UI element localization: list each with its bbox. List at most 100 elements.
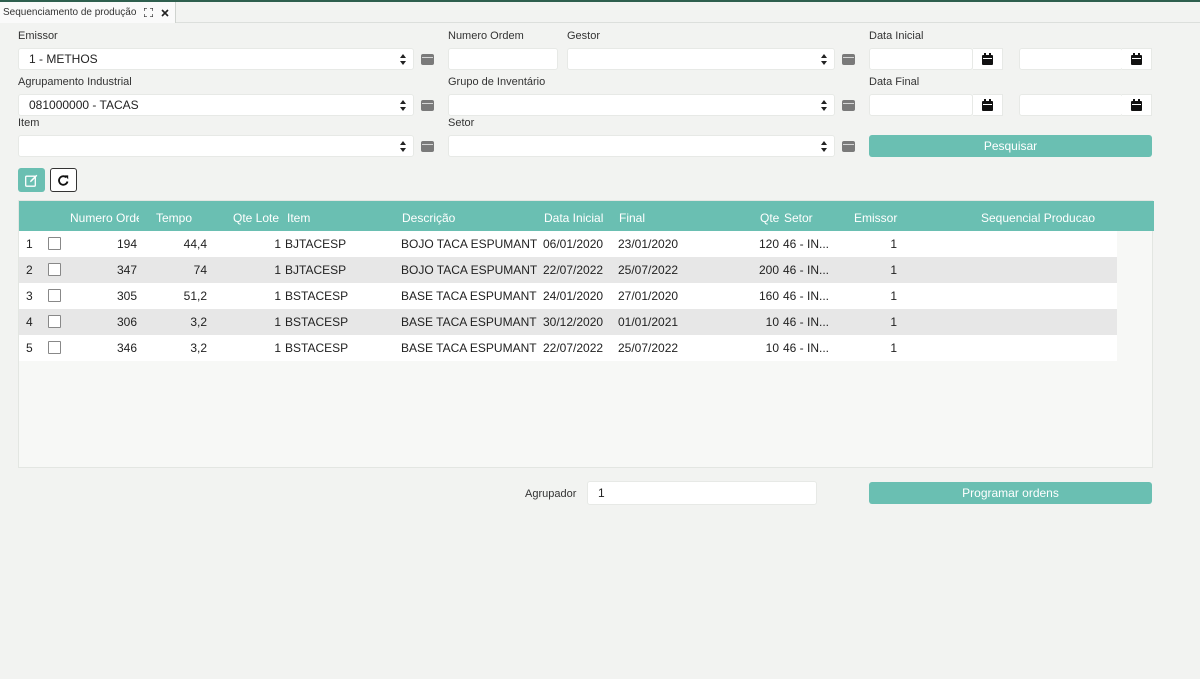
emissor-value: 1 - METHOS (29, 52, 98, 66)
gestor-lookup-icon[interactable] (842, 54, 855, 65)
data-final-label: Data Final (869, 76, 920, 88)
cell-item: BJTACESP (285, 263, 347, 277)
cell-qte: 200 (758, 263, 779, 277)
cell-item: BSTACESP (285, 341, 349, 355)
data-inicial-label: Data Inicial (869, 30, 924, 42)
agrupador-label: Agrupador (525, 488, 577, 500)
item-label: Item (18, 117, 40, 129)
table-row[interactable]: 1 194 44,4 1 BJTACESP BOJO TACA ESPUMANT… (19, 231, 1117, 257)
agrupamento-label: Agrupamento Industrial (18, 76, 132, 88)
close-icon[interactable] (161, 8, 170, 17)
select-caret-icon (400, 100, 406, 111)
cell-descricao: BASE TACA ESPUMANTE (401, 341, 537, 355)
data-final-from-input[interactable] (869, 94, 973, 116)
row-number: 1 (26, 237, 33, 251)
maximize-icon[interactable] (144, 8, 154, 17)
cell-descricao: BASE TACA ESPUMANTE (401, 289, 537, 303)
setor-lookup-icon[interactable] (842, 141, 855, 152)
emissor-select[interactable]: 1 - METHOS (18, 48, 414, 70)
agrupamento-select[interactable]: 081000000 - TACAS (18, 94, 414, 116)
header-qte[interactable]: Qte (760, 201, 784, 231)
calendar-icon[interactable] (973, 48, 1003, 70)
item-select[interactable] (18, 135, 414, 157)
numero-ordem-label: Numero Ordem (448, 30, 524, 42)
cell-emissor: 1 (890, 341, 897, 355)
select-caret-icon (821, 100, 827, 111)
cell-tempo: 3,2 (190, 315, 207, 329)
cell-tempo: 74 (193, 263, 207, 277)
cell-final: 27/01/2020 (618, 289, 679, 303)
numero-ordem-input[interactable] (448, 48, 558, 70)
agrupamento-lookup-icon[interactable] (421, 100, 434, 111)
header-tempo[interactable]: Tempo (156, 201, 216, 231)
header-descricao[interactable]: Descrição (402, 201, 542, 231)
edit-icon (25, 174, 38, 187)
row-checkbox[interactable] (48, 237, 61, 250)
cell-sequencial (981, 231, 1111, 257)
emissor-label: Emissor (18, 30, 58, 42)
calendar-icon[interactable] (1122, 48, 1152, 70)
cell-numero: 305 (116, 289, 137, 303)
refresh-button[interactable] (50, 168, 77, 192)
cell-sequencial (981, 335, 1111, 361)
header-setor[interactable]: Setor (784, 201, 844, 231)
cell-final: 23/01/2020 (618, 237, 679, 251)
select-caret-icon (400, 141, 406, 152)
tab-sequenciamento[interactable]: Sequenciamento de produção (0, 2, 177, 23)
table-row[interactable]: 5 346 3,2 1 BSTACESP BASE TACA ESPUMANTE… (19, 335, 1117, 361)
cell-setor: 46 - IN... (783, 341, 830, 355)
cell-tempo: 3,2 (190, 341, 207, 355)
header-emissor[interactable]: Emissor (854, 201, 914, 231)
cell-numero: 306 (116, 315, 137, 329)
gestor-select[interactable] (567, 48, 835, 70)
cell-descricao: BOJO TACA ESPUMANTE (401, 263, 537, 277)
row-checkbox[interactable] (48, 289, 61, 302)
row-checkbox[interactable] (48, 263, 61, 276)
cell-qte: 10 (765, 341, 779, 355)
table-row[interactable]: 4 306 3,2 1 BSTACESP BASE TACA ESPUMANTE… (19, 309, 1117, 335)
header-final[interactable]: Final (619, 201, 699, 231)
cell-setor: 46 - IN... (783, 315, 830, 329)
data-inicial-from-input[interactable] (869, 48, 973, 70)
emissor-lookup-icon[interactable] (421, 54, 434, 65)
cell-setor: 46 - IN... (783, 237, 830, 251)
select-caret-icon (821, 54, 827, 65)
table-row[interactable]: 2 347 74 1 BJTACESP BOJO TACA ESPUMANTE … (19, 257, 1117, 283)
cell-final: 25/07/2022 (618, 341, 679, 355)
data-final-to-input[interactable] (1019, 94, 1123, 116)
row-checkbox[interactable] (48, 341, 61, 354)
cell-setor: 46 - IN... (783, 289, 830, 303)
header-numero-ordem[interactable]: Numero Ordem (70, 201, 139, 231)
search-button[interactable]: Pesquisar (869, 135, 1152, 157)
programar-ordens-button[interactable]: Programar ordens (869, 482, 1152, 504)
row-number: 5 (26, 341, 33, 355)
grupo-inventario-lookup-icon[interactable] (842, 100, 855, 111)
agrupador-input[interactable]: 1 (587, 481, 817, 505)
cell-data-inicial: 22/07/2022 (543, 341, 604, 355)
header-qte-lote[interactable]: Qte Lote (233, 201, 287, 231)
row-number: 2 (26, 263, 33, 277)
data-inicial-to-input[interactable] (1019, 48, 1123, 70)
table-row[interactable]: 3 305 51,2 1 BSTACESP BASE TACA ESPUMANT… (19, 283, 1117, 309)
cell-data-inicial: 30/12/2020 (543, 315, 604, 329)
row-number: 4 (26, 315, 33, 329)
row-checkbox[interactable] (48, 315, 61, 328)
header-item[interactable]: Item (287, 201, 377, 231)
cell-final: 01/01/2021 (618, 315, 679, 329)
grupo-inventario-label: Grupo de Inventário (448, 76, 546, 88)
cell-data-inicial: 22/07/2022 (543, 263, 604, 277)
cell-numero: 346 (116, 341, 137, 355)
cell-setor: 46 - IN... (783, 263, 830, 277)
calendar-icon[interactable] (1122, 94, 1152, 116)
refresh-icon (58, 174, 69, 186)
cell-item: BSTACESP (285, 289, 349, 303)
grupo-inventario-select[interactable] (448, 94, 835, 116)
setor-select[interactable] (448, 135, 835, 157)
edit-button[interactable] (18, 168, 45, 192)
header-data-inicial[interactable]: Data Inicial (544, 201, 614, 231)
cell-final: 25/07/2022 (618, 263, 679, 277)
calendar-icon[interactable] (973, 94, 1003, 116)
header-sequencial[interactable]: Sequencial Producao (981, 201, 1131, 231)
row-number: 3 (26, 289, 33, 303)
item-lookup-icon[interactable] (421, 141, 434, 152)
